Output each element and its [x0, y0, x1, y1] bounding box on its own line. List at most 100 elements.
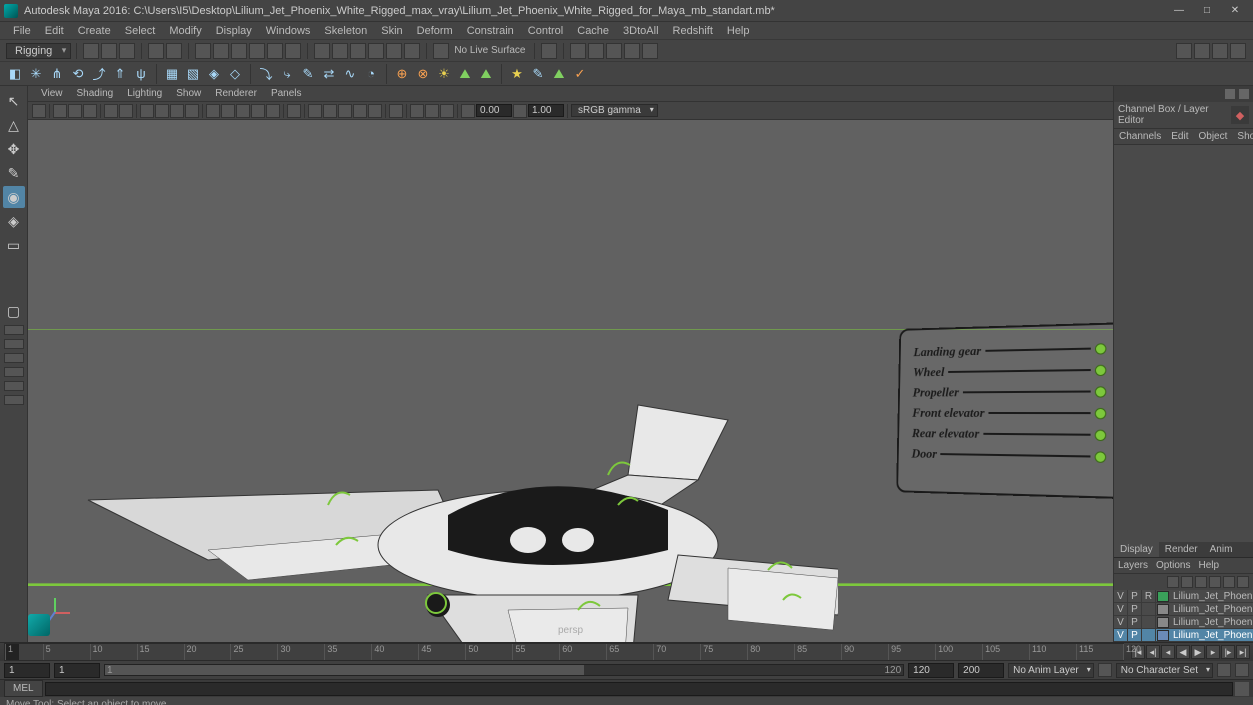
vt-bookmark-icon[interactable] — [68, 104, 82, 118]
layer-menu-options[interactable]: Options — [1156, 560, 1190, 571]
rotate-tool-icon[interactable]: ◉ — [3, 186, 25, 208]
menu-constrain[interactable]: Constrain — [460, 23, 521, 39]
menu-skin[interactable]: Skin — [374, 23, 409, 39]
layer-row[interactable]: VPLilium_Jet_Phoenix_Wh — [1114, 629, 1253, 642]
vt-xray-icon[interactable] — [308, 104, 322, 118]
menu-edit[interactable]: Edit — [38, 23, 71, 39]
layer-row[interactable]: VPLilium_Jet_Phoenix_Wh — [1114, 616, 1253, 629]
vt-image-plane-icon[interactable] — [83, 104, 97, 118]
shelf-menu-icon[interactable]: ◧ — [6, 65, 24, 83]
vt-hq-icon[interactable] — [389, 104, 403, 118]
move-tool-icon[interactable]: ✥ — [3, 138, 25, 160]
menu-redshift[interactable]: Redshift — [666, 23, 720, 39]
anim-layer-dropdown[interactable]: No Anim Layer — [1008, 663, 1094, 678]
view-menu-shading[interactable]: Shading — [70, 87, 121, 100]
joint-insert-icon[interactable]: ⋔ — [48, 65, 66, 83]
open-scene-icon[interactable] — [101, 43, 117, 59]
layout-preset-1[interactable] — [4, 325, 24, 335]
hik-icon[interactable]: ★ — [508, 65, 526, 83]
mirror-weights-icon[interactable]: ⇄ — [320, 65, 338, 83]
lasso-tool-icon[interactable]: △ — [3, 114, 25, 136]
menu-help[interactable]: Help — [720, 23, 757, 39]
step-back-key-button[interactable]: ◂| — [1146, 645, 1160, 659]
layer-ic-1[interactable] — [1167, 576, 1179, 588]
character-icon[interactable]: ⛰ — [550, 65, 568, 83]
snap-grid-icon[interactable] — [314, 43, 330, 59]
vt-clip-near-icon[interactable] — [461, 104, 475, 118]
constraint-orient-icon[interactable]: ☀ — [435, 65, 453, 83]
layer-ic-6[interactable] — [1237, 576, 1249, 588]
maya-home-icon[interactable] — [28, 614, 50, 636]
layer-row[interactable]: VPLilium_Jet_Phoenix_Wh — [1114, 603, 1253, 616]
layer-tab-anim[interactable]: Anim — [1204, 542, 1239, 557]
mirror-joint-icon[interactable]: ⟲ — [69, 65, 87, 83]
autokey-icon[interactable] — [1217, 663, 1231, 677]
layout-preset-2[interactable] — [4, 339, 24, 349]
range-out-field[interactable]: 200 — [958, 663, 1004, 678]
panel-layout-3-icon[interactable] — [1212, 43, 1228, 59]
rig-slider-propeller[interactable]: Propeller — [913, 383, 1107, 400]
render-frame-icon[interactable] — [570, 43, 586, 59]
snap-point-icon[interactable] — [350, 43, 366, 59]
menu-cache[interactable]: Cache — [570, 23, 616, 39]
vt-res-gate-icon[interactable] — [170, 104, 184, 118]
script-editor-icon[interactable] — [1235, 682, 1249, 696]
joint-tool-icon[interactable]: ✳ — [27, 65, 45, 83]
live-surface-icon[interactable] — [433, 43, 449, 59]
layout-preset-5[interactable] — [4, 381, 24, 391]
constraint-point-icon[interactable]: ⊗ — [414, 65, 432, 83]
history-on-icon[interactable] — [541, 43, 557, 59]
snap-curve-icon[interactable] — [332, 43, 348, 59]
axis-cube-icon[interactable]: ◆ — [1231, 106, 1249, 124]
close-button[interactable]: ✕ — [1221, 2, 1249, 20]
panel-layout-1-icon[interactable] — [1176, 43, 1192, 59]
save-scene-icon[interactable] — [119, 43, 135, 59]
view-menu-renderer[interactable]: Renderer — [208, 87, 264, 100]
menu-control[interactable]: Control — [521, 23, 570, 39]
layer-ic-5[interactable] — [1223, 576, 1235, 588]
select-mode-icon[interactable] — [195, 43, 211, 59]
layer-ic-3[interactable] — [1195, 576, 1207, 588]
channel-tab-show[interactable]: Show — [1232, 129, 1253, 144]
panel-collapse-icon[interactable] — [1225, 89, 1235, 99]
exposure-field[interactable]: 0.00 — [476, 104, 512, 117]
constraint-scale-icon[interactable]: ⛰ — [456, 65, 474, 83]
single-pane-icon[interactable]: ▢ — [3, 300, 25, 322]
step-fwd-button[interactable]: ▸ — [1206, 645, 1220, 659]
menu-skeleton[interactable]: Skeleton — [317, 23, 374, 39]
channel-tab-edit[interactable]: Edit — [1166, 129, 1193, 144]
vt-wireframe-icon[interactable] — [206, 104, 220, 118]
range-start-field[interactable]: 1 — [4, 663, 50, 678]
sel-mask-1-icon[interactable] — [249, 43, 265, 59]
new-scene-icon[interactable] — [83, 43, 99, 59]
prefs-icon[interactable] — [1235, 663, 1249, 677]
undo-icon[interactable] — [148, 43, 164, 59]
layer-ic-4[interactable] — [1209, 576, 1221, 588]
ik-handle-icon[interactable]: ⇑ — [111, 65, 129, 83]
step-fwd-key-button[interactable]: |▸ — [1221, 645, 1235, 659]
vt-film-gate-icon[interactable] — [155, 104, 169, 118]
vt-safe-action-icon[interactable] — [185, 104, 199, 118]
gamma-field[interactable]: 1.00 — [528, 104, 564, 117]
vt-camera-icon[interactable] — [53, 104, 67, 118]
step-back-button[interactable]: ◂ — [1161, 645, 1175, 659]
cluster2-icon[interactable]: ◇ — [226, 65, 244, 83]
menu-3dtoall[interactable]: 3DtoAll — [616, 23, 665, 39]
rig-slider-wheel[interactable]: Wheel — [913, 362, 1106, 381]
detach-skin-icon[interactable]: ⤷ — [278, 65, 296, 83]
constraint-parent-icon[interactable]: ⊕ — [393, 65, 411, 83]
range-in-field[interactable]: 1 — [54, 663, 100, 678]
vt-shaded-icon[interactable] — [221, 104, 235, 118]
blend-shape-icon[interactable]: ◔ — [362, 65, 380, 83]
vt-aa-icon[interactable] — [368, 104, 382, 118]
panel-layout-4-icon[interactable] — [1230, 43, 1246, 59]
ipr-render-icon[interactable] — [588, 43, 604, 59]
command-input[interactable] — [45, 682, 1233, 696]
sel-mask-3-icon[interactable] — [285, 43, 301, 59]
maximize-button[interactable]: □ — [1193, 2, 1221, 20]
snap-plane-icon[interactable] — [368, 43, 384, 59]
layer-tab-render[interactable]: Render — [1159, 542, 1204, 557]
rig-slider-door[interactable]: Door — [911, 446, 1106, 465]
minimize-button[interactable]: — — [1165, 2, 1193, 20]
orient-joint-icon[interactable]: ⤴ — [90, 65, 108, 83]
